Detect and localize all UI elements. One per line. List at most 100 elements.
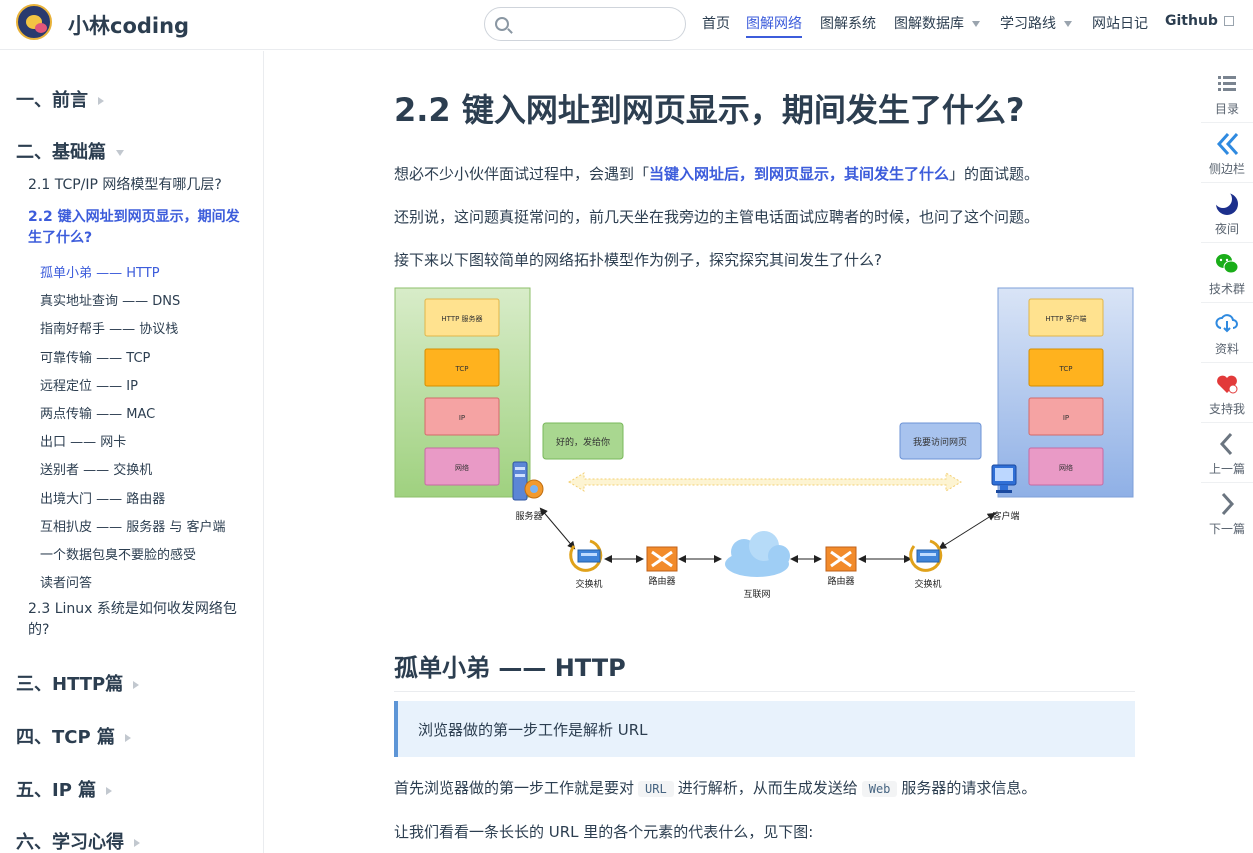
sidebar-section-label: 五、IP 篇 — [16, 780, 97, 801]
sidebar-section-learning[interactable]: 六、学习心得 — [16, 828, 140, 853]
chevron-left-icon — [1219, 432, 1233, 456]
sidebar-heading-server-client[interactable]: 互相扒皮 —— 服务器 与 客户端 — [40, 516, 226, 535]
sidebar-section-preface[interactable]: 一、前言 — [16, 86, 104, 112]
sidebar-section-label: 六、学习心得 — [16, 832, 124, 853]
sidebar-section-http[interactable]: 三、HTTP篇 — [16, 670, 140, 696]
top-navbar: 小林coding 首页 图解网络 图解系统 图解数据库 学习路线 网站日记 Gi… — [0, 0, 1253, 50]
paragraph-4-mid: 进行解析，从而生成发送给 — [677, 779, 858, 797]
server-layer-network-label: 网络 — [455, 463, 469, 472]
sidebar-heading-stack[interactable]: 指南好帮手 —— 协议栈 — [40, 318, 178, 337]
cloud-download-icon — [1215, 314, 1238, 333]
nav-learning-path-label: 学习路线 — [1000, 16, 1056, 32]
toolbar-night-label: 夜间 — [1214, 222, 1239, 236]
sidebar-heading-qa[interactable]: 读者问答 — [40, 572, 92, 591]
inline-code-web: Web — [861, 781, 898, 797]
toolbar-group-button[interactable]: 技术群 — [1201, 245, 1253, 303]
internet-label: 互联网 — [743, 589, 770, 600]
nav-system[interactable]: 图解系统 — [820, 13, 876, 33]
sidebar-section-tcp[interactable]: 四、TCP 篇 — [16, 723, 131, 749]
chevron-right-icon — [124, 734, 131, 742]
highlight-question: 当键入网址后，到网页显示，其间发生了什么 — [649, 165, 950, 183]
page-title: 2.2 键入网址到网页显示，期间发生了什么? — [394, 91, 1025, 129]
sidebar-heading-switch[interactable]: 送别者 —— 交换机 — [40, 459, 152, 478]
network-topology-diagram: HTTP 服务器 TCP IP 网络 HTTP 客户端 TCP IP 网络 好的… — [394, 287, 1134, 600]
sidebar-heading-nic[interactable]: 出口 —— 网卡 — [40, 431, 126, 450]
toolbar-support-label: 支持我 — [1208, 402, 1245, 416]
nav-learning-path[interactable]: 学习路线 — [1000, 13, 1072, 33]
server-layer-http-label: HTTP 服务器 — [441, 314, 482, 323]
sidebar-heading-packet[interactable]: 一个数据包臭不要脸的感受 — [40, 544, 196, 563]
sidebar-heading-mac[interactable]: 两点传输 —— MAC — [40, 403, 155, 422]
toolbar-prev-button[interactable]: 上一篇 — [1201, 425, 1253, 483]
toolbar-resources-label: 资料 — [1214, 342, 1239, 356]
request-response-arrow — [568, 472, 962, 492]
internet-cloud-icon — [725, 531, 790, 577]
sidebar-page-2-3[interactable]: 2.3 Linux 系统是如何收发网络包的? — [28, 599, 252, 641]
search-box[interactable] — [484, 7, 686, 41]
toolbar-sidebar-label: 侧边栏 — [1208, 162, 1245, 176]
switch-left-label: 交换机 — [575, 578, 602, 590]
router-icon — [825, 546, 857, 572]
sidebar-section-ip[interactable]: 五、IP 篇 — [16, 776, 113, 802]
sidebar-heading-dns[interactable]: 真实地址查询 —— DNS — [40, 290, 180, 309]
sidebar-section-label: 三、HTTP篇 — [16, 674, 124, 695]
client-layer-tcp-label: TCP — [1059, 365, 1073, 373]
search-input[interactable] — [515, 12, 675, 36]
heart-icon — [1217, 375, 1238, 394]
server-layer-ip-label: IP — [459, 414, 465, 422]
paragraph-3: 接下来以下图较简单的网络拓扑模型作为例子，探究探究其间发生了什么? — [394, 251, 882, 269]
chevron-down-icon — [972, 21, 980, 27]
paragraph-4: 首先浏览器做的第一步工作就是要对 URL 进行解析，从而生成发送给 Web 服务器的请求… — [394, 777, 1036, 798]
sidebar-heading-ip[interactable]: 远程定位 —— IP — [40, 375, 138, 394]
paragraph-4-pre: 首先浏览器做的第一步工作就是要对 — [394, 779, 635, 797]
inline-code-url: URL — [638, 781, 674, 797]
site-logo-icon[interactable] — [16, 4, 52, 40]
chevron-right-icon — [106, 787, 113, 795]
toolbar-night-button[interactable]: 夜间 — [1201, 185, 1253, 243]
sidebar-heading-tcp[interactable]: 可靠传输 —— TCP — [40, 347, 150, 366]
client-layer-ip-label: IP — [1063, 414, 1069, 422]
site-name[interactable]: 小林coding — [68, 10, 189, 40]
switch-right-label: 交换机 — [914, 578, 941, 590]
sidebar-heading-router[interactable]: 出境大门 —— 路由器 — [40, 488, 165, 507]
toolbar-resources-button[interactable]: 资料 — [1201, 305, 1253, 363]
paragraph-intro-pre: 想必不少小伙伴面试过程中，会遇到「 — [394, 165, 650, 183]
toolbar-support-button[interactable]: 支持我 — [1201, 365, 1253, 423]
toolbar-next-button[interactable]: 下一篇 — [1201, 485, 1253, 543]
nav-github[interactable]: Github — [1165, 13, 1234, 29]
client-label: 客户端 — [992, 510, 1019, 522]
switch-icon — [569, 539, 603, 572]
nav-database-label: 图解数据库 — [894, 16, 964, 32]
sidebar-section-label: 四、TCP 篇 — [16, 727, 115, 748]
nav-github-label: Github — [1165, 13, 1218, 29]
chevron-right-icon — [134, 839, 140, 847]
router-left-label: 路由器 — [648, 575, 675, 587]
sidebar-page-2-2[interactable]: 2.2 键入网址到网页显示，期间发生了什么? — [28, 207, 252, 249]
chevron-right-icon — [1221, 492, 1235, 516]
nav-diary[interactable]: 网站日记 — [1092, 13, 1148, 33]
chevron-down-icon — [116, 150, 124, 156]
nav-database[interactable]: 图解数据库 — [894, 13, 980, 33]
nav-home[interactable]: 首页 — [702, 13, 730, 33]
server-layer-tcp-label: TCP — [455, 365, 469, 373]
search-icon — [495, 17, 509, 31]
nav-network[interactable]: 图解网络 — [746, 13, 802, 38]
sidebar-heading-http[interactable]: 孤单小弟 —— HTTP — [40, 262, 160, 281]
external-link-icon — [1223, 16, 1234, 26]
server-label: 服务器 — [515, 510, 542, 522]
toolbar-toc-button[interactable]: 目录 — [1201, 65, 1253, 123]
sidebar-section-basics[interactable]: 二、基础篇 — [16, 138, 124, 164]
toolbar-prev-label: 上一篇 — [1208, 462, 1245, 476]
server-bubble-label: 好的，发给你 — [556, 436, 610, 448]
section-heading-http: 孤单小弟 —— HTTP — [394, 648, 1135, 692]
paragraph-intro: 想必不少小伙伴面试过程中，会遇到「当键入网址后，到网页显示，其间发生了什么」的面… — [394, 163, 1039, 184]
tip-block: 浏览器做的第一步工作是解析 URL — [394, 701, 1135, 757]
toolbar-sidebar-button[interactable]: 侧边栏 — [1201, 125, 1253, 183]
client-layer-network-label: 网络 — [1059, 463, 1073, 472]
sidebar-section-label: 一、前言 — [16, 90, 88, 111]
toolbar-next-label: 下一篇 — [1208, 522, 1245, 536]
router-right-label: 路由器 — [827, 575, 854, 587]
sidebar-section-label: 二、基础篇 — [16, 142, 106, 163]
sidebar-page-2-1[interactable]: 2.1 TCP/IP 网络模型有哪几层? — [28, 175, 252, 196]
paragraph-intro-post: 」的面试题。 — [949, 165, 1040, 183]
